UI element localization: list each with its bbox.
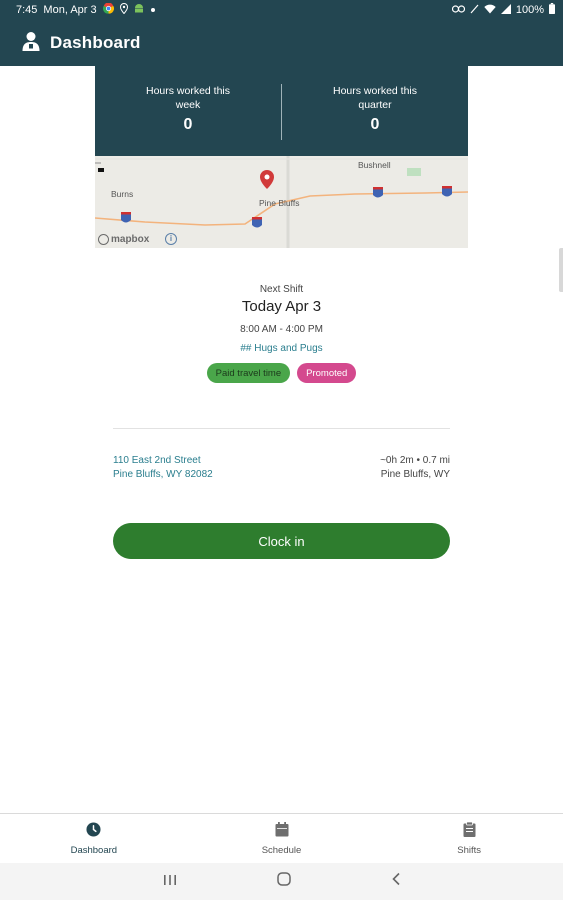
recent-apps-icon[interactable] (163, 873, 177, 891)
status-date: Mon, Apr 3 (43, 4, 97, 16)
battery-icon (549, 3, 555, 17)
shift-time: 8:00 AM - 4:00 PM (240, 324, 323, 335)
bottom-nav: Dashboard Schedule Shifts (0, 813, 563, 863)
no-sim-icon (470, 4, 479, 17)
chrome-icon (102, 2, 114, 17)
clipboard-icon (463, 821, 476, 842)
android-icon (134, 3, 144, 17)
nav-label: Schedule (261, 844, 302, 856)
status-time: 7:45 (16, 4, 38, 16)
address-city: Pine Bluffs, WY 82082 (113, 469, 213, 480)
shift-badges: Paid travel time Promoted (95, 363, 468, 383)
map-label-bushnell: Bushnell (358, 160, 391, 170)
location-icon (119, 2, 128, 17)
page-title: Dashboard (50, 33, 141, 52)
next-shift-label: Next Shift (259, 284, 304, 295)
stat-value: 0 (370, 116, 380, 133)
nav-shifts[interactable]: Shifts (375, 814, 563, 863)
nav-label: Shifts (457, 844, 482, 856)
hours-stats-card: Hours worked this week 0 Hours worked th… (95, 66, 468, 156)
clock-icon (86, 821, 101, 842)
travel-city: Pine Bluffs, WY (380, 469, 450, 480)
app-bar: Dashboard (0, 20, 563, 66)
next-shift-section: Next Shift Today Apr 3 8:00 AM - 4:00 PM… (95, 284, 468, 383)
map-label-burns: Burns (111, 189, 134, 199)
link-icon (451, 4, 465, 16)
wifi-icon (484, 4, 496, 17)
travel-time: ~0h 2m • 0.7 mi (380, 455, 450, 466)
shift-address[interactable]: 110 East 2nd Street Pine Bluffs, WY 8208… (113, 454, 213, 482)
signal-icon (500, 3, 511, 17)
travel-info: ~0h 2m • 0.7 mi Pine Bluffs, WY (380, 454, 450, 482)
divider (113, 428, 450, 429)
home-icon[interactable] (276, 872, 291, 891)
stat-hours-week: Hours worked this week 0 (95, 66, 281, 156)
clock-in-button[interactable]: Clock in (113, 523, 450, 559)
map-label-pine-bluffs: Pine Bluffs (259, 198, 300, 208)
battery-percent: 100% (515, 4, 544, 16)
shift-organization[interactable]: ## Hugs and Pugs (95, 343, 468, 354)
promoted-badge: Promoted (297, 363, 357, 383)
user-badge-icon[interactable] (22, 31, 40, 56)
shift-date: Today Apr 3 (241, 298, 322, 315)
calendar-icon (275, 821, 289, 842)
map-view[interactable]: Bushnell Burns Pine Bluffs mapbox i (95, 156, 468, 248)
dot-icon (150, 4, 156, 16)
side-panel-handle[interactable] (559, 248, 563, 292)
info-icon[interactable]: i (165, 233, 177, 245)
address-street: 110 East 2nd Street (113, 455, 201, 466)
screen: 7:45 Mon, Apr 3 100% Dashboard Hours wor… (0, 0, 563, 900)
nav-label: Dashboard (70, 844, 118, 856)
stat-label: Hours worked this week (145, 85, 231, 111)
status-bar: 7:45 Mon, Apr 3 100% (0, 0, 563, 20)
stat-value: 0 (183, 116, 193, 133)
back-icon[interactable] (391, 872, 401, 891)
nav-schedule[interactable]: Schedule (188, 814, 376, 863)
stat-label: Hours worked this quarter (332, 85, 418, 111)
nav-dashboard[interactable]: Dashboard (0, 814, 188, 863)
stat-hours-quarter: Hours worked this quarter 0 (282, 66, 468, 156)
paid-travel-badge: Paid travel time (206, 363, 291, 383)
mapbox-logo: mapbox (98, 234, 149, 245)
system-nav-bar (0, 863, 563, 900)
